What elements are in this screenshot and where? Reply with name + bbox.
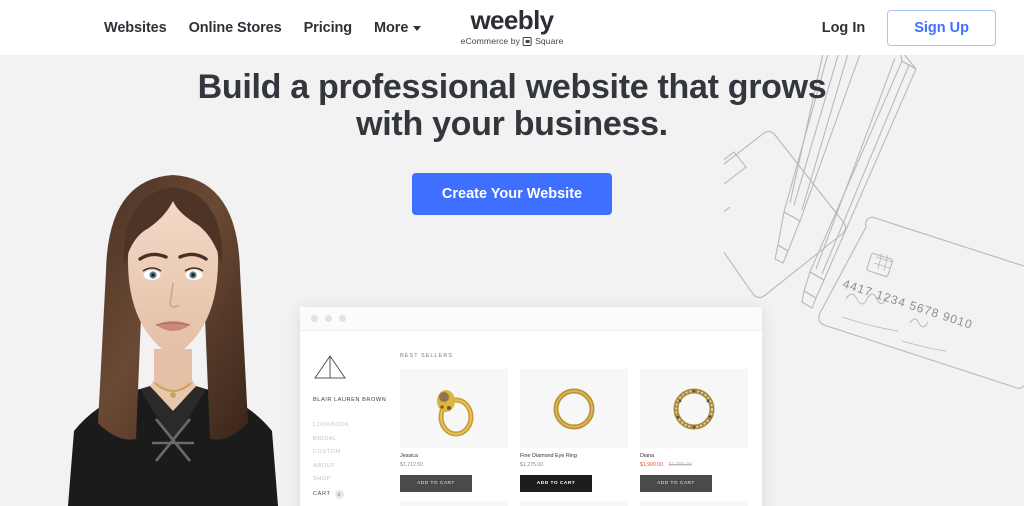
store-nav-custom[interactable]: CUSTOM (313, 449, 400, 455)
product-grid: Jessica $1,712.50 ADD TO CART Fine Diamo… (400, 369, 748, 492)
gold-ring-image-4 (400, 500, 508, 506)
store-page: BLAIR LAUREN BROWN LOOKBOOK BRIDAL CUSTO… (300, 331, 762, 506)
header-actions: Log In Sign Up (822, 9, 996, 46)
price-sale: $1,900.00 (640, 461, 664, 468)
hero-cta-container: Create Your Website (0, 173, 1024, 215)
product-price: $1,712.50 (400, 462, 508, 468)
nav-item-label: Online Stores (188, 19, 282, 36)
store-nav-label: SHOP (313, 476, 332, 482)
nav-item-label: Websites (104, 19, 167, 36)
store-preview-window: BLAIR LAUREN BROWN LOOKBOOK BRIDAL CUSTO… (300, 307, 762, 506)
create-your-website-button[interactable]: Create Your Website (411, 173, 613, 215)
gold-band-ring-image (520, 369, 628, 448)
store-nav-label: CUSTOM (313, 449, 341, 455)
product-price: $1,900.00 $2,299.00 (640, 462, 748, 468)
store-brand-name: BLAIR LAUREN BROWN (313, 397, 387, 403)
add-to-cart-button[interactable]: ADD TO CART (520, 474, 592, 492)
price-regular: $1,275.00 (520, 461, 544, 468)
gold-ring-image-5 (520, 500, 628, 506)
price-original: $2,299.00 (668, 461, 692, 468)
product-card[interactable]: Fine Diamond Eye Ring $1,275.00 ADD TO C… (520, 369, 628, 492)
store-sidebar: BLAIR LAUREN BROWN LOOKBOOK BRIDAL CUSTO… (300, 331, 400, 506)
store-nav-bridal[interactable]: BRIDAL (313, 436, 400, 442)
gold-gemstone-ring-image (400, 369, 508, 448)
page-title: Build a professional website that grows … (0, 69, 1024, 142)
best-sellers-heading: BEST SELLERS (400, 353, 453, 359)
headline-line-2: with your business. (356, 104, 668, 143)
product-name: Fine Diamond Eye Ring (520, 453, 577, 459)
product-price: $1,275.00 (520, 462, 628, 468)
window-close-dot-icon[interactable] (311, 315, 318, 322)
product-card[interactable]: Jessica $1,712.50 ADD TO CART (400, 369, 508, 492)
nav-item-label: Pricing (303, 19, 353, 36)
store-main-content: BEST SELLERS Jessica $1,712.50 ADD TO CA… (400, 331, 762, 506)
signup-button[interactable]: Sign Up (887, 9, 996, 46)
store-nav-shop[interactable]: SHOP (313, 476, 400, 482)
store-nav-label: BRIDAL (313, 435, 337, 442)
nav-item-pricing[interactable]: Pricing (303, 19, 353, 36)
logo-tagline-pre: eCommerce by (460, 36, 521, 47)
logo-wordmark: weebly (470, 5, 554, 35)
product-grid-row-2 (400, 500, 748, 506)
headline-line-1: Build a professional website that grows (197, 68, 827, 106)
square-logo-icon (523, 37, 533, 46)
main-navigation: Websites Online Stores Pricing More (104, 19, 422, 36)
gold-ring-image-6 (640, 500, 748, 506)
hero-section: 4417 1234 5678 9010 Build a professional… (0, 55, 1024, 506)
login-link[interactable]: Log In (822, 20, 866, 36)
weebly-logo[interactable]: weebly eCommerce by Square (461, 7, 564, 46)
store-nav-cart[interactable]: CART 2 (313, 489, 400, 499)
product-card[interactable] (520, 500, 628, 506)
site-header: Websites Online Stores Pricing More weeb… (0, 0, 1024, 55)
nav-item-label: More (374, 19, 409, 36)
window-minimize-dot-icon[interactable] (325, 315, 332, 322)
store-nav-label: LOOKBOOK (313, 422, 350, 428)
chevron-down-icon (413, 26, 422, 31)
triangle-logo-icon (314, 355, 346, 379)
store-nav-label: ABOUT (313, 462, 336, 469)
browser-title-bar (300, 307, 762, 331)
nav-item-online-stores[interactable]: Online Stores (189, 20, 282, 36)
product-name: Diana (640, 453, 655, 459)
logo-tagline: eCommerce by Square (461, 37, 564, 46)
window-maximize-dot-icon[interactable] (339, 315, 346, 322)
price-regular: $1,712.50 (400, 461, 424, 468)
cart-count-badge: 2 (334, 489, 344, 499)
logo-tagline-post: Square (535, 36, 564, 47)
gold-pave-ring-image (640, 369, 748, 448)
product-name: Jessica (400, 453, 418, 459)
add-to-cart-button[interactable]: ADD TO CART (400, 474, 472, 492)
store-nav-lookbook[interactable]: LOOKBOOK (313, 422, 400, 428)
nav-item-more[interactable]: More (374, 19, 422, 36)
store-nav-label: CART (313, 491, 331, 497)
add-to-cart-button[interactable]: ADD TO CART (640, 474, 712, 492)
product-card[interactable] (400, 500, 508, 506)
product-card[interactable]: Diana $1,900.00 $2,299.00 ADD TO CART (640, 369, 748, 492)
store-nav-about[interactable]: ABOUT (313, 463, 400, 469)
product-card[interactable] (640, 500, 748, 506)
nav-item-websites[interactable]: Websites (104, 20, 167, 36)
